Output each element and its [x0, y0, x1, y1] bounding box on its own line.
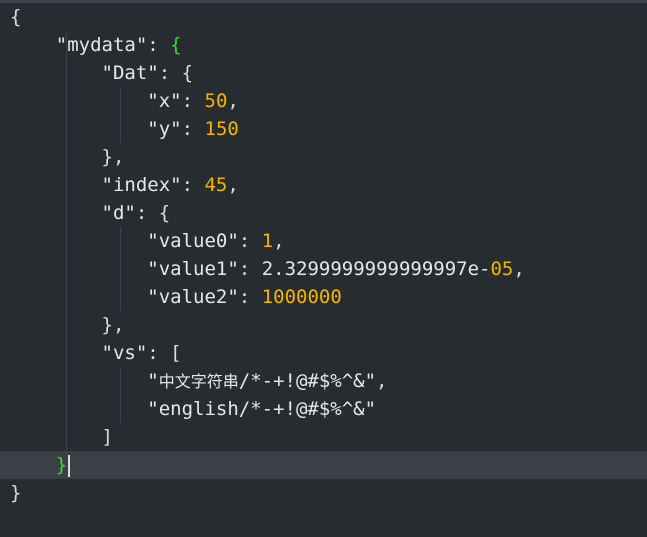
indent-guide	[66, 199, 67, 227]
comma: ,	[227, 90, 239, 112]
json-string-quote: "	[147, 370, 159, 392]
matched-close-brace: }	[55, 454, 68, 476]
colon: :	[181, 118, 205, 140]
code-line[interactable]: "y": 150	[0, 115, 647, 143]
code-line[interactable]: "vs": [	[0, 339, 647, 367]
json-key-index: "index"	[101, 174, 182, 196]
code-line[interactable]: "Dat": {	[0, 59, 647, 87]
json-key-dat: "Dat"	[101, 62, 159, 84]
json-key-value2: "value2"	[147, 286, 239, 308]
colon: : [	[147, 342, 182, 364]
code-line[interactable]: "index": 45,	[0, 171, 647, 199]
close-brace: },	[101, 146, 125, 168]
colon: :	[238, 286, 262, 308]
json-value-y: 150	[204, 118, 239, 140]
json-value-value1-exponent: 05	[490, 258, 514, 280]
colon: :	[147, 34, 171, 56]
code-line[interactable]: ]	[0, 423, 647, 451]
json-key-mydata: "mydata"	[55, 34, 148, 56]
json-string-item1-rest: /*-+!@#$%^&"	[238, 370, 377, 392]
indent-guide	[120, 367, 121, 395]
json-key-d: "d"	[101, 202, 136, 224]
json-key-x: "x"	[147, 90, 182, 112]
open-brace: {	[10, 6, 22, 28]
code-editor[interactable]: { "mydata": { "Dat": { "x": 50, "y": 150…	[0, 3, 647, 507]
indent-guide	[66, 367, 67, 395]
code-line[interactable]: "中文字符串/*-+!@#$%^&",	[0, 367, 647, 395]
indent-guide	[120, 283, 121, 311]
indent-guide	[66, 283, 67, 311]
indent-guide	[66, 395, 67, 423]
code-line[interactable]: "value1": 2.3299999999999997e-05,	[0, 255, 647, 283]
json-string-cjk: 中文字符串	[158, 372, 239, 391]
text-cursor	[68, 454, 71, 477]
json-value-index: 45	[204, 174, 228, 196]
code-line[interactable]: },	[0, 143, 647, 171]
code-line[interactable]: }	[0, 479, 647, 507]
json-key-value0: "value0"	[147, 230, 239, 252]
colon: :	[238, 230, 262, 252]
matched-open-brace: {	[170, 34, 182, 56]
code-line[interactable]: "value2": 1000000	[0, 283, 647, 311]
colon: :	[181, 90, 205, 112]
code-line[interactable]: },	[0, 311, 647, 339]
close-brace: },	[101, 314, 125, 336]
indent-guide	[120, 395, 121, 423]
indent-guide	[66, 227, 67, 255]
code-line-active[interactable]: }	[0, 451, 647, 479]
indent-guide	[66, 171, 67, 199]
json-key-vs: "vs"	[101, 342, 148, 364]
comma: ,	[513, 258, 525, 280]
indent-guide	[120, 115, 121, 143]
indent-guide	[120, 255, 121, 283]
colon: : {	[135, 202, 171, 224]
json-key-value1: "value1"	[147, 258, 239, 280]
indent-guide	[120, 227, 121, 255]
close-bracket: ]	[101, 426, 113, 448]
indent-guide	[120, 87, 121, 115]
indent-guide	[66, 59, 67, 87]
code-line[interactable]: {	[0, 3, 647, 31]
code-line[interactable]: "d": {	[0, 199, 647, 227]
colon: :	[238, 258, 262, 280]
json-value-value0: 1	[261, 230, 274, 252]
code-line[interactable]: "x": 50,	[0, 87, 647, 115]
indent-guide	[66, 87, 67, 115]
indent-guide	[66, 115, 67, 143]
json-value-value2: 1000000	[261, 286, 342, 308]
comma: ,	[273, 230, 285, 252]
indent-guide	[66, 31, 67, 59]
json-value-value1-mantissa: 2.3299999999999997e-	[261, 258, 491, 280]
indent-guide	[66, 143, 67, 171]
close-root-brace: }	[10, 482, 22, 504]
colon: :	[181, 174, 205, 196]
json-string-item2: "english/*-+!@#$%^&"	[147, 398, 377, 420]
indent-guide	[66, 311, 67, 339]
code-line[interactable]: "mydata": {	[0, 31, 647, 59]
comma: ,	[227, 174, 239, 196]
indent-guide	[66, 423, 67, 451]
json-value-x: 50	[204, 90, 228, 112]
code-line[interactable]: "english/*-+!@#$%^&"	[0, 395, 647, 423]
indent-guide	[66, 339, 67, 367]
json-key-y: "y"	[147, 118, 182, 140]
indent-guide	[66, 255, 67, 283]
comma: ,	[376, 370, 388, 392]
colon: : {	[158, 62, 194, 84]
code-line[interactable]: "value0": 1,	[0, 227, 647, 255]
